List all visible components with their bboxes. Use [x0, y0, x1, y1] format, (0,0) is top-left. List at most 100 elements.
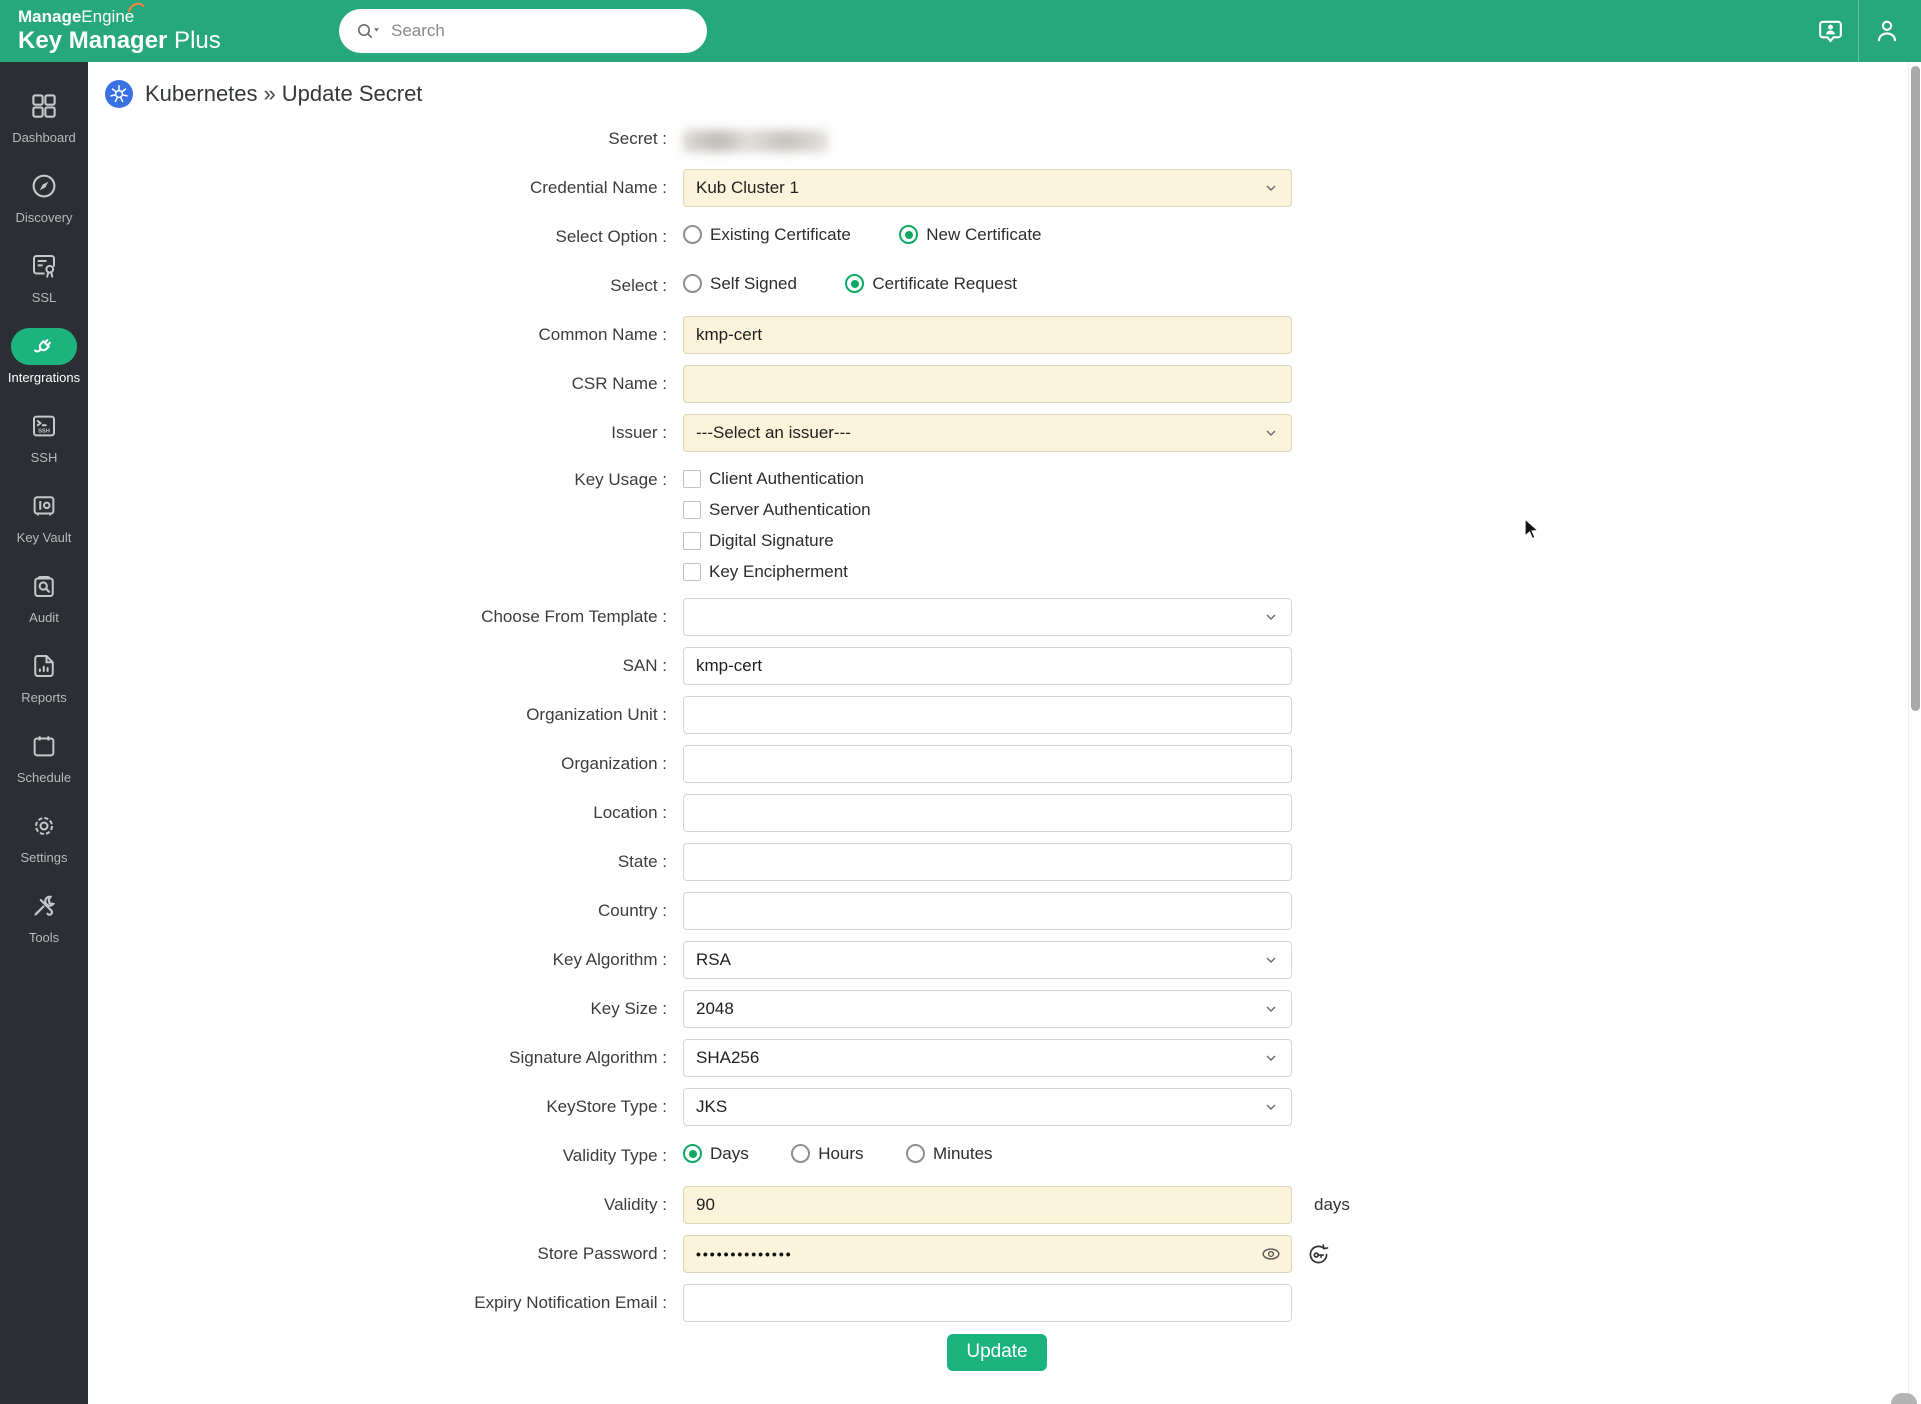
checkbox-box [683, 563, 701, 581]
row-secret: Secret [88, 120, 1909, 158]
sidebar-nav: Dashboard Discovery SSL [0, 62, 88, 1404]
key-algorithm-value: RSA [696, 950, 731, 970]
checkbox-key-encipherment[interactable]: Key Encipherment [683, 556, 1292, 587]
brand-product-name: Key Manager Plus [18, 28, 221, 54]
vertical-scrollbar[interactable] [1908, 62, 1921, 1404]
row-validity-type: Validity Type Days Hours Minutes [88, 1137, 1909, 1175]
row-key-algorithm: Key Algorithm RSA [88, 941, 1909, 979]
secret-label: Secret [88, 129, 683, 149]
row-common-name: Common Name [88, 316, 1909, 354]
radio-self-signed[interactable]: Self Signed [683, 274, 797, 294]
search-icon[interactable] [355, 20, 381, 42]
report-chart-icon [29, 648, 59, 685]
key-usage-label: Key Usage [88, 463, 683, 490]
chevron-down-icon [1263, 1001, 1279, 1017]
keystore-type-label: KeyStore Type [88, 1097, 683, 1117]
row-csr-name: CSR Name [88, 365, 1909, 403]
update-button[interactable]: Update [947, 1334, 1047, 1371]
csr-name-input[interactable] [683, 365, 1292, 403]
radio-minutes[interactable]: Minutes [906, 1144, 993, 1164]
csr-name-label: CSR Name [88, 374, 683, 394]
radio-new-certificate[interactable]: New Certificate [899, 225, 1041, 245]
update-secret-form: Secret Credential Name Kub Cluster 1 Sel… [88, 120, 1909, 1371]
sidebar-item-integrations[interactable]: Intergrations [0, 316, 88, 396]
compass-icon [29, 168, 59, 205]
chevron-down-icon [1263, 952, 1279, 968]
sidebar-item-ssl[interactable]: SSL [0, 236, 88, 316]
key-algorithm-label: Key Algorithm [88, 950, 683, 970]
san-label: SAN [88, 656, 683, 676]
sidebar-item-reports[interactable]: Reports [0, 636, 88, 716]
sidebar-item-dashboard[interactable]: Dashboard [0, 76, 88, 156]
sidebar-item-key-vault[interactable]: Key Vault [0, 476, 88, 556]
country-input[interactable] [683, 892, 1292, 930]
app-header: ManageEngine Key Manager Plus [0, 0, 1921, 62]
radio-hours[interactable]: Hours [791, 1144, 863, 1164]
state-label: State [88, 852, 683, 872]
organization-unit-input[interactable] [683, 696, 1292, 734]
key-size-value: 2048 [696, 999, 734, 1019]
search-bar[interactable] [339, 9, 707, 53]
sidebar-item-tools[interactable]: Tools [0, 876, 88, 956]
checkbox-digital-signature[interactable]: Digital Signature [683, 525, 1292, 556]
sidebar-item-ssh[interactable]: SSH SSH [0, 396, 88, 476]
show-password-eye-icon[interactable] [1259, 1243, 1283, 1270]
row-select: Select Self Signed Certificate Request [88, 267, 1909, 305]
plug-icon [11, 328, 77, 365]
radio-days[interactable]: Days [683, 1144, 749, 1164]
key-size-label: Key Size [88, 999, 683, 1019]
key-algorithm-select[interactable]: RSA [683, 941, 1292, 979]
expiry-email-input[interactable] [683, 1284, 1292, 1322]
issuer-label: Issuer [88, 423, 683, 443]
safe-icon [29, 488, 59, 525]
organization-input[interactable] [683, 745, 1292, 783]
generate-password-icon[interactable] [1305, 1241, 1332, 1268]
key-size-select[interactable]: 2048 [683, 990, 1292, 1028]
brand-manage: Manage [18, 7, 81, 26]
row-update: Update [88, 1333, 1909, 1371]
store-password-input[interactable]: •••••••••••••• [683, 1235, 1292, 1273]
radio-circle [683, 274, 702, 293]
breadcrumb-app[interactable]: Kubernetes [145, 81, 258, 106]
location-input[interactable] [683, 794, 1292, 832]
account-person-icon[interactable] [1859, 0, 1915, 62]
validity-suffix: days [1314, 1195, 1350, 1215]
row-issuer: Issuer ---Select an issuer--- [88, 414, 1909, 452]
radio-circle-selected [683, 1144, 702, 1163]
svg-text:SSH: SSH [38, 429, 50, 435]
radio-existing-certificate[interactable]: Existing Certificate [683, 225, 851, 245]
country-label: Country [88, 901, 683, 921]
row-expiry-email: Expiry Notification Email [88, 1284, 1909, 1322]
issuer-select[interactable]: ---Select an issuer--- [683, 414, 1292, 452]
row-country: Country [88, 892, 1909, 930]
row-choose-template: Choose From Template [88, 598, 1909, 636]
sidebar-item-audit[interactable]: Audit [0, 556, 88, 636]
state-input[interactable] [683, 843, 1292, 881]
validity-input[interactable] [683, 1186, 1292, 1224]
user-assist-icon[interactable] [1802, 0, 1858, 62]
chevron-down-icon [1263, 425, 1279, 441]
search-input[interactable] [391, 21, 691, 41]
brand-engine: Engine [81, 7, 134, 26]
checkbox-box [683, 532, 701, 550]
sidebar-item-discovery[interactable]: Discovery [0, 156, 88, 236]
common-name-input[interactable] [683, 316, 1292, 354]
checkbox-client-authentication[interactable]: Client Authentication [683, 463, 1292, 494]
row-san: SAN [88, 647, 1909, 685]
keystore-type-select[interactable]: JKS [683, 1088, 1292, 1126]
signature-algorithm-select[interactable]: SHA256 [683, 1039, 1292, 1077]
radio-certificate-request[interactable]: Certificate Request [845, 274, 1017, 294]
radio-circle [791, 1144, 810, 1163]
credential-name-select[interactable]: Kub Cluster 1 [683, 169, 1292, 207]
row-location: Location [88, 794, 1909, 832]
brand-logo: ManageEngine Key Manager Plus [18, 8, 221, 54]
chevron-down-icon [1263, 180, 1279, 196]
secret-value-redacted [683, 130, 828, 152]
sidebar-item-settings[interactable]: Settings [0, 796, 88, 876]
sidebar-item-schedule[interactable]: Schedule [0, 716, 88, 796]
chevron-down-icon [1263, 609, 1279, 625]
choose-template-select[interactable] [683, 598, 1292, 636]
checkbox-server-authentication[interactable]: Server Authentication [683, 494, 1292, 525]
scrollbar-thumb[interactable] [1911, 66, 1920, 711]
san-input[interactable] [683, 647, 1292, 685]
